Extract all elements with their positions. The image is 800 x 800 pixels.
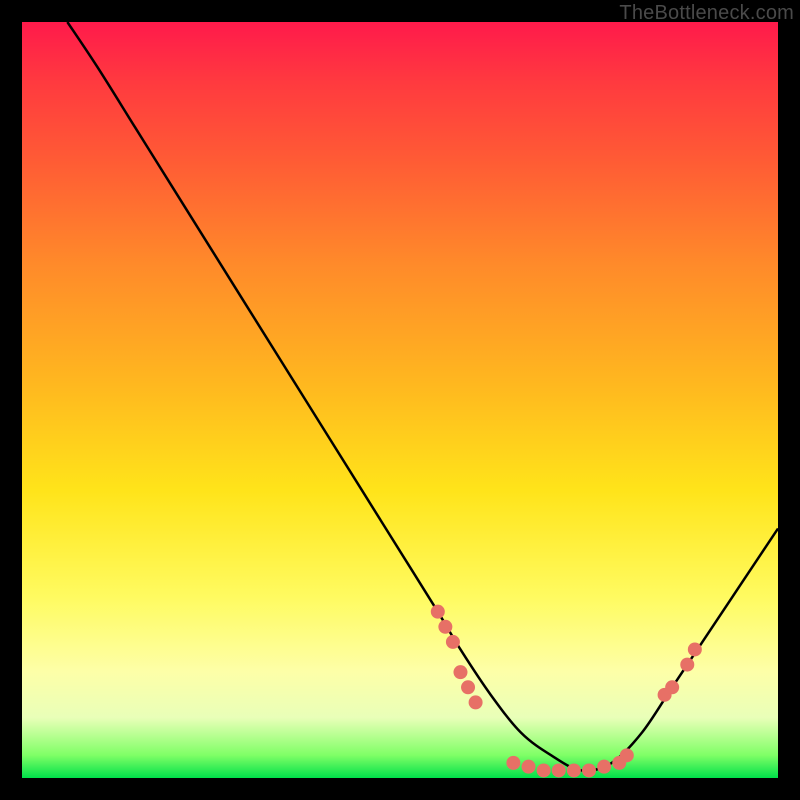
curve-marker	[552, 763, 566, 777]
curve-marker	[431, 605, 445, 619]
bottleneck-curve	[67, 22, 778, 771]
bottleneck-curve-path	[67, 22, 778, 771]
curve-marker	[438, 620, 452, 634]
curve-marker	[522, 760, 536, 774]
curve-marker	[597, 760, 611, 774]
curve-marker	[506, 756, 520, 770]
curve-markers	[431, 605, 702, 778]
curve-marker	[665, 680, 679, 694]
curve-marker	[461, 680, 475, 694]
curve-marker	[680, 658, 694, 672]
curve-marker	[582, 763, 596, 777]
curve-marker	[446, 635, 460, 649]
watermark-text: TheBottleneck.com	[619, 2, 794, 25]
chart-frame	[22, 22, 778, 778]
curve-marker	[453, 665, 467, 679]
chart-svg	[22, 22, 778, 778]
curve-marker	[688, 642, 702, 656]
curve-marker	[620, 748, 634, 762]
curve-marker	[469, 695, 483, 709]
curve-marker	[567, 763, 581, 777]
curve-marker	[537, 763, 551, 777]
